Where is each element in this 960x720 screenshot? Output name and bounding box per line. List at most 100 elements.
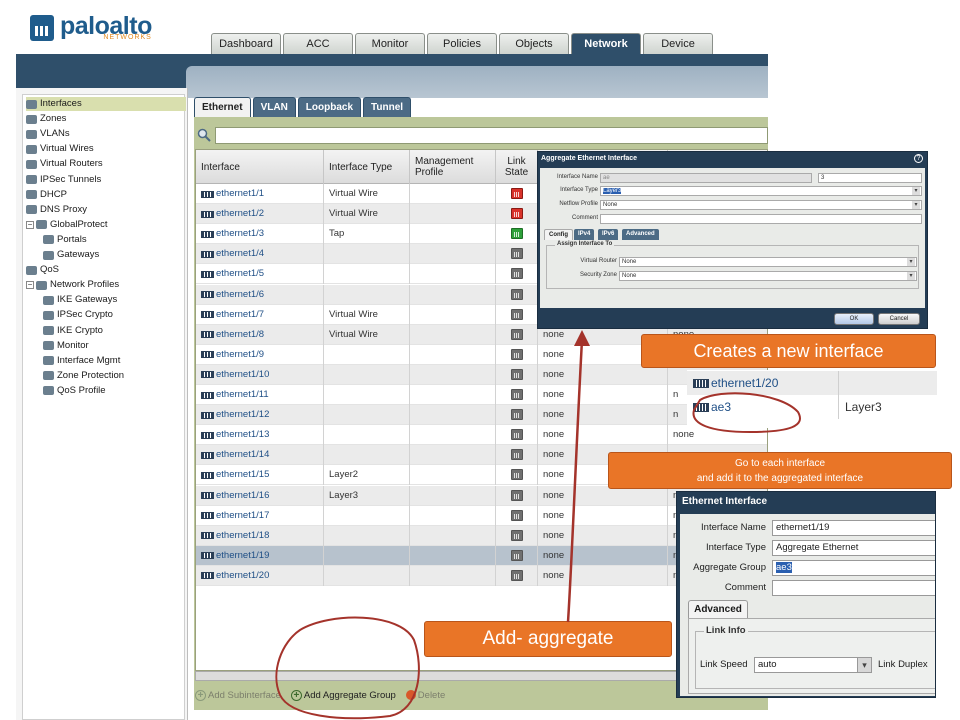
cell-interface[interactable]: ethernet1/11 <box>196 385 324 405</box>
cell-interface[interactable]: ethernet1/9 <box>196 344 324 365</box>
sidebar-item[interactable]: − GlobalProtect <box>26 218 108 232</box>
subtab-ethernet[interactable]: Ethernet <box>194 97 251 117</box>
cell-management-profile <box>410 284 496 305</box>
help-icon[interactable]: ? <box>914 154 923 163</box>
tab-dashboard[interactable]: Dashboard <box>211 33 281 54</box>
tab-advanced[interactable]: Advanced <box>622 229 659 240</box>
cell-link-state <box>496 405 538 426</box>
subtab-loopback[interactable]: Loopback <box>297 97 362 117</box>
tab-device[interactable]: Device <box>643 33 713 54</box>
cell-interface[interactable]: ethernet1/13 <box>196 425 324 446</box>
sidebar-item[interactable]: DHCP <box>26 188 67 202</box>
table-row[interactable]: ethernet1/11 none n <box>196 385 767 405</box>
sidebar-item-label: Monitor <box>57 339 89 351</box>
cell-interface[interactable]: ethernet1/19 <box>196 545 324 566</box>
table-row[interactable]: ethernet1/13 none none <box>196 425 767 446</box>
cell-interface[interactable]: ethernet1/2 <box>196 204 324 225</box>
tab-policies[interactable]: Policies <box>427 33 497 54</box>
interface-name: ethernet1/19 <box>216 549 270 561</box>
interface-name-field[interactable]: ethernet1/19 <box>772 520 935 536</box>
interface-name-field[interactable]: 3 <box>818 173 922 183</box>
aggregate-group-field[interactable]: ae3 <box>772 560 935 576</box>
aggregate-group-value: ae3 <box>776 562 792 573</box>
cell-interface[interactable]: ethernet1/18 <box>196 525 324 546</box>
sidebar-item[interactable]: Portals <box>43 233 87 247</box>
add-subinterface-button[interactable]: + Add Subinterface <box>195 689 281 701</box>
cell-interface[interactable]: ethernet1/3 <box>196 224 324 245</box>
collapse-toggle-icon[interactable]: − <box>26 281 34 290</box>
sidebar-item[interactable]: QoS <box>26 263 59 277</box>
sidebar-item[interactable]: IKE Crypto <box>43 324 103 338</box>
interface-name: ethernet1/6 <box>216 288 265 300</box>
sidebar-item[interactable]: Virtual Wires <box>26 142 94 156</box>
cell-interface[interactable]: ethernet1/5 <box>196 264 324 285</box>
col-management-profile[interactable]: Management Profile <box>410 150 496 184</box>
comment-field[interactable] <box>772 580 935 596</box>
sidebar-item[interactable]: Zone Protection <box>43 369 124 383</box>
interface-type-select[interactable]: Layer3 <box>600 186 922 196</box>
delete-button[interactable]: Delete <box>405 690 445 701</box>
subtab-vlan[interactable]: VLAN <box>252 97 296 117</box>
sidebar-item[interactable]: VLANs <box>26 127 70 141</box>
interface-type-field[interactable]: Aggregate Ethernet <box>772 540 935 556</box>
cell-interface[interactable]: ethernet1/8 <box>196 324 324 345</box>
cell-interface-type: Tap <box>324 224 410 245</box>
ok-button[interactable]: OK <box>834 313 874 325</box>
filter-input[interactable] <box>215 127 768 144</box>
link-duplex-label: Link Duplex <box>878 659 928 670</box>
cell-interface[interactable]: ethernet1/6 <box>196 284 324 305</box>
tab-config[interactable]: Config <box>544 229 573 240</box>
comment-field[interactable] <box>600 214 922 224</box>
sidebar-item[interactable]: Interfaces <box>26 97 186 111</box>
cell-interface[interactable]: ethernet1/10 <box>196 364 324 385</box>
security-zone-select[interactable]: None <box>619 271 917 281</box>
sidebar-item-icon <box>43 341 54 351</box>
sidebar-item[interactable]: − Network Profiles <box>26 278 119 292</box>
sidebar-item[interactable]: Gateways <box>43 248 99 262</box>
collapse-toggle-icon[interactable]: − <box>26 220 34 229</box>
sidebar-item[interactable]: IKE Gateways <box>43 293 117 307</box>
tab-monitor[interactable]: Monitor <box>355 33 425 54</box>
tab-ipv6[interactable]: IPv6 <box>598 229 619 240</box>
sidebar-item[interactable]: IPSec Crypto <box>43 308 113 322</box>
cell-interface-type: Virtual Wire <box>324 184 410 204</box>
tab-ipv4[interactable]: IPv4 <box>574 229 595 240</box>
table-row[interactable]: ethernet1/12 none n <box>196 405 767 426</box>
interface-name: ethernet1/18 <box>216 529 270 541</box>
sidebar-item[interactable]: QoS Profile <box>43 384 106 398</box>
virtual-router-select[interactable]: None <box>619 257 917 267</box>
cell-interface[interactable]: ethernet1/14 <box>196 445 324 466</box>
search-icon[interactable] <box>197 128 211 142</box>
cell-interface[interactable]: ethernet1/16 <box>196 485 324 506</box>
tab-objects[interactable]: Objects <box>499 33 569 54</box>
sidebar-item[interactable]: Virtual Routers <box>26 157 103 171</box>
tab-acc[interactable]: ACC <box>283 33 353 54</box>
cell-interface[interactable]: ethernet1/20 <box>196 565 324 586</box>
link-speed-select[interactable]: auto ▾ <box>754 657 872 673</box>
interface-subtabs: Ethernet VLAN Loopback Tunnel <box>194 97 413 117</box>
sidebar-item-icon <box>43 326 54 335</box>
sidebar-item[interactable]: Interface Mgmt <box>43 354 120 368</box>
col-interface-type[interactable]: Interface Type <box>324 150 410 184</box>
tab-network[interactable]: Network <box>571 33 641 54</box>
cell-interface[interactable]: ethernet1/17 <box>196 505 324 526</box>
cell-interface-type <box>324 425 410 446</box>
sidebar-item[interactable]: Zones <box>26 112 66 126</box>
cell-interface[interactable]: ethernet1/1 <box>196 184 324 204</box>
cell-interface[interactable]: ethernet1/15 <box>196 465 324 486</box>
cell-interface[interactable]: ethernet1/4 <box>196 244 324 265</box>
sidebar-item[interactable]: Monitor <box>43 339 89 353</box>
cell-interface[interactable]: ethernet1/7 <box>196 304 324 325</box>
cell-link-state <box>496 425 538 446</box>
col-interface[interactable]: Interface <box>196 150 324 184</box>
sidebar-item[interactable]: DNS Proxy <box>26 203 87 217</box>
netflow-profile-select[interactable]: None <box>600 200 922 210</box>
sidebar-item[interactable]: IPSec Tunnels <box>26 173 101 187</box>
add-aggregate-group-button[interactable]: + Add Aggregate Group <box>290 689 396 701</box>
tab-advanced[interactable]: Advanced <box>688 600 748 618</box>
subtab-tunnel[interactable]: Tunnel <box>363 97 412 117</box>
cancel-button[interactable]: Cancel <box>878 313 920 325</box>
cell-interface-type <box>324 505 410 526</box>
cell-extra: none <box>538 425 668 446</box>
cell-interface[interactable]: ethernet1/12 <box>196 405 324 426</box>
